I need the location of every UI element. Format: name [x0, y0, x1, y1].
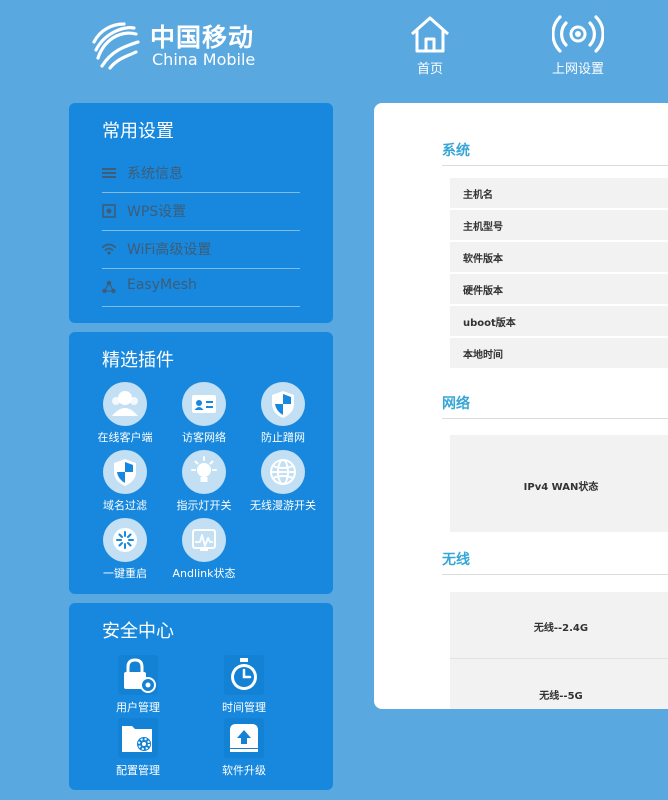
plugin-anti-freeloading[interactable]: 防止蹭网	[238, 382, 328, 445]
guest-card-icon	[192, 395, 216, 413]
globe-icon	[270, 459, 296, 485]
security-label: 软件升级	[222, 764, 266, 777]
user-lock-icon	[124, 658, 156, 693]
security-label: 时间管理	[222, 701, 266, 714]
plugin-label: 访客网络	[182, 431, 226, 444]
info-row-uboot-version: uboot版本	[450, 306, 668, 336]
wireless-signal-icon	[552, 15, 604, 53]
row-label: 软件版本	[463, 254, 503, 265]
wireless-block-5g: 无线--5G	[450, 659, 668, 709]
stopwatch-icon	[231, 658, 257, 690]
topnav-internet-settings-label: 上网设置	[551, 62, 604, 77]
plugin-label: 指示灯开关	[176, 499, 232, 512]
common-settings-panel: 常用设置 系统信息 WPS设置 WiFi高级设置 EasyMesh	[69, 103, 333, 323]
info-row-model: 主机型号	[450, 210, 668, 240]
info-row-software-version: 软件版本	[450, 242, 668, 272]
row-label: 本地时间	[463, 350, 503, 361]
topnav-home-label: 首页	[416, 62, 443, 77]
restart-icon	[113, 528, 137, 552]
section-title-network: 网络	[442, 396, 470, 412]
main-content-panel: 系统 主机名 主机型号 软件版本 硬件版本 uboot版本 本地时间 网络 IP…	[374, 103, 668, 709]
section-title-system: 系统	[442, 143, 470, 159]
list-icon	[102, 168, 116, 178]
menu-item-label: 系统信息	[127, 166, 183, 182]
row-label: uboot版本	[463, 318, 516, 329]
common-settings-title: 常用设置	[102, 121, 174, 142]
security-center-title: 安全中心	[102, 621, 174, 642]
section-divider	[442, 165, 668, 166]
brand-name-en: China Mobile	[152, 50, 256, 69]
users-icon	[112, 391, 138, 416]
security-config-management[interactable]: 配置管理	[93, 718, 183, 778]
menu-item-system-info[interactable]: 系统信息	[102, 155, 300, 193]
folder-gear-icon	[122, 726, 152, 752]
menu-item-label: WPS设置	[127, 204, 187, 220]
plugin-guest-network[interactable]: 访客网络	[159, 382, 249, 445]
monitor-icon	[192, 529, 216, 551]
section-divider	[442, 418, 668, 419]
info-row-hardware-version: 硬件版本	[450, 274, 668, 304]
security-label: 配置管理	[116, 764, 160, 777]
wireless-block-2g: 无线--2.4G	[450, 592, 668, 659]
network-block-ipv4-wan: IPv4 WAN状态	[450, 435, 668, 532]
plugin-one-click-restart[interactable]: 一键重启	[80, 518, 170, 581]
plugin-label: 防止蹭网	[261, 431, 305, 444]
plugin-andlink-status[interactable]: Andlink状态	[159, 518, 249, 581]
block-label: 无线--5G	[539, 691, 583, 702]
row-label: 主机型号	[463, 222, 503, 233]
plugin-label: 在线客户端	[97, 431, 153, 444]
filter-shield-icon	[114, 459, 136, 486]
brand-name-cn: 中国移动	[150, 23, 255, 52]
plugin-indicator-switch[interactable]: 指示灯开关	[159, 450, 249, 513]
wps-icon	[102, 204, 116, 218]
security-software-upgrade[interactable]: 软件升级	[199, 718, 289, 778]
menu-item-easymesh[interactable]: EasyMesh	[102, 269, 300, 307]
security-time-management[interactable]: 时间管理	[199, 655, 289, 715]
info-row-local-time: 本地时间	[450, 338, 668, 368]
block-label: 无线--2.4G	[533, 623, 589, 634]
section-title-wireless: 无线	[442, 552, 470, 568]
row-label: 主机名	[463, 190, 493, 201]
plugin-online-clients[interactable]: 在线客户端	[80, 382, 170, 445]
menu-item-label: WiFi高级设置	[127, 242, 212, 258]
china-mobile-logo-icon	[92, 22, 140, 70]
section-divider	[442, 574, 668, 575]
wifi-icon	[102, 243, 116, 255]
plugin-label: 一键重启	[103, 567, 147, 580]
plugins-panel: 精选插件 在线客户端 访客网络 防止蹭网 域名过滤 指示灯开关 无线漫游开关 一…	[69, 332, 333, 594]
topnav-internet-settings[interactable]: 上网设置	[538, 14, 618, 78]
info-row-hostname: 主机名	[450, 178, 668, 208]
mesh-icon	[102, 280, 116, 294]
plugin-label: 域名过滤	[103, 499, 147, 512]
bulb-icon	[191, 456, 217, 482]
plugins-title: 精选插件	[102, 350, 174, 371]
row-label: 硬件版本	[463, 286, 503, 297]
plugin-domain-filter[interactable]: 域名过滤	[80, 450, 170, 513]
upload-icon	[230, 724, 258, 752]
menu-item-label: EasyMesh	[127, 277, 197, 293]
menu-item-wifi-advanced[interactable]: WiFi高级设置	[102, 231, 300, 269]
home-icon	[411, 16, 449, 53]
security-label: 用户管理	[116, 701, 160, 714]
brand-logo: 中国移动 China Mobile	[90, 18, 270, 74]
menu-item-wps[interactable]: WPS设置	[102, 193, 300, 231]
shield-icon	[272, 391, 294, 418]
plugin-label: Andlink状态	[172, 567, 236, 580]
plugin-wireless-roaming[interactable]: 无线漫游开关	[238, 450, 328, 513]
security-user-management[interactable]: 用户管理	[93, 655, 183, 715]
block-label: IPv4 WAN状态	[523, 482, 599, 493]
security-center-panel: 安全中心 用户管理 时间管理 配置管理 软件升级	[69, 603, 333, 790]
topnav-home[interactable]: 首页	[390, 14, 470, 78]
plugin-label: 无线漫游开关	[250, 499, 316, 512]
